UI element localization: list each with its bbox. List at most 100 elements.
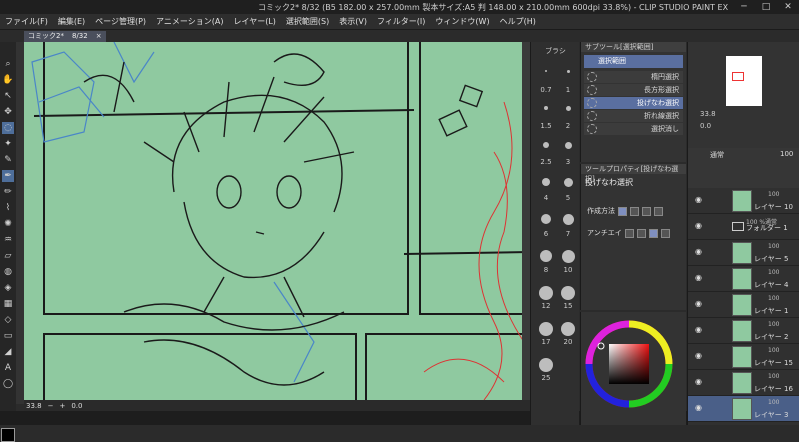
document-tab[interactable]: コミック2* 8/32 × (24, 31, 106, 42)
menu-edit[interactable]: 編集(E) (53, 14, 90, 29)
visibility-eye-icon[interactable]: ◉ (695, 404, 703, 412)
visibility-eye-icon[interactable]: ◉ (695, 378, 703, 386)
subtool-item[interactable]: 投げなわ選択 (584, 97, 683, 109)
color-wheel[interactable] (581, 312, 687, 412)
menu-page[interactable]: ページ管理(P) (90, 14, 151, 29)
text-tool-icon[interactable]: A (2, 362, 14, 374)
layer-row[interactable]: ◉ 100 レイヤー 5 (688, 240, 799, 266)
airbrush-icon[interactable]: ✺ (2, 218, 14, 230)
brush-size-option[interactable]: 2.5 (535, 142, 557, 166)
visibility-eye-icon[interactable]: ◉ (695, 300, 703, 308)
antialias-weak-icon[interactable] (636, 228, 646, 238)
brush-size-option[interactable]: 25 (535, 358, 557, 382)
subtool-item[interactable]: 長方形選択 (584, 84, 683, 96)
brush-size-option[interactable]: 3 (557, 142, 579, 166)
brush-size-option[interactable]: 12 (535, 286, 557, 310)
balloon-icon[interactable]: ◯ (2, 378, 14, 390)
menu-file[interactable]: ファイル(F) (0, 14, 53, 29)
brush-size-label: 5 (565, 194, 571, 202)
brush-size-option[interactable]: 15 (557, 286, 579, 310)
zoom-out-icon[interactable]: − (48, 402, 54, 410)
navigator-angle[interactable]: 0.0 (700, 122, 711, 130)
close-button[interactable]: ✕ (777, 0, 799, 14)
zoom-value[interactable]: 33.8 (26, 402, 42, 410)
canvas-vertical-scrollbar[interactable] (522, 42, 530, 400)
canvas[interactable] (24, 42, 530, 400)
menu-window[interactable]: ウィンドウ(W) (430, 14, 494, 29)
document-tab-close-icon[interactable]: × (96, 31, 102, 42)
menu-filter[interactable]: フィルター(I) (372, 14, 430, 29)
figure-icon[interactable]: ◇ (2, 314, 14, 326)
layer-row[interactable]: ◉ 100 レイヤー 10 (688, 188, 799, 214)
layer-row[interactable]: ◉ 100 レイヤー 15 (688, 344, 799, 370)
frame-border-icon[interactable]: ▭ (2, 330, 14, 342)
decoration-icon[interactable]: ♒ (2, 234, 14, 246)
visibility-eye-icon[interactable]: ◉ (695, 352, 703, 360)
visibility-eye-icon[interactable]: ◉ (695, 196, 703, 204)
visibility-eye-icon[interactable]: ◉ (695, 222, 703, 230)
brush-size-option[interactable]: 6 (535, 214, 557, 238)
zoom-tool-icon[interactable]: ⌕ (2, 58, 14, 70)
brush-size-option[interactable]: 5 (557, 178, 579, 202)
operation-tool-icon[interactable]: ↖ (2, 90, 14, 102)
hand-tool-icon[interactable]: ✋ (2, 74, 14, 86)
ruler-icon[interactable]: ◢ (2, 346, 14, 358)
fill-icon[interactable]: ◈ (2, 282, 14, 294)
layer-row[interactable]: ◉ 100 レイヤー 16 (688, 370, 799, 396)
antialias-medium-icon[interactable] (648, 228, 658, 238)
move-layer-icon[interactable]: ✥ (2, 106, 14, 118)
subtool-group-selection[interactable]: 選択範囲 (584, 55, 683, 68)
visibility-eye-icon[interactable]: ◉ (695, 274, 703, 282)
brush-size-option[interactable]: 0.7 (535, 70, 557, 94)
brush-size-option[interactable]: 1 (557, 70, 579, 94)
antialias-strong-icon[interactable] (660, 228, 670, 238)
layer-folder-row[interactable]: ◉ 100 %通常 フォルダー 1 (688, 214, 799, 240)
angle-value[interactable]: 0.0 (71, 402, 82, 410)
pen-tool-icon[interactable]: ✒ (2, 170, 14, 182)
main-color-swatch[interactable] (1, 428, 15, 442)
gradient-icon[interactable]: ▦ (2, 298, 14, 310)
layer-row[interactable]: ◉ 100 レイヤー 2 (688, 318, 799, 344)
menu-view[interactable]: 表示(V) (334, 14, 372, 29)
navigator-view-frame[interactable] (732, 72, 744, 81)
menu-help[interactable]: ヘルプ(H) (495, 14, 541, 29)
minimize-button[interactable]: ─ (733, 0, 755, 14)
visibility-eye-icon[interactable]: ◉ (695, 326, 703, 334)
brush-size-option[interactable]: 17 (535, 322, 557, 346)
blend-mode-select[interactable]: 通常 (710, 150, 724, 160)
pencil-tool-icon[interactable]: ✏ (2, 186, 14, 198)
subtract-selection-icon[interactable] (642, 206, 651, 216)
subtool-item[interactable]: 選択消し (584, 123, 683, 135)
brush-size-option[interactable]: 2 (557, 106, 579, 130)
eraser-icon[interactable]: ▱ (2, 250, 14, 262)
subtool-item[interactable]: 楕円選択 (584, 71, 683, 83)
brush-size-option[interactable]: 20 (557, 322, 579, 346)
brush-size-option[interactable]: 7 (557, 214, 579, 238)
intersect-selection-icon[interactable] (654, 206, 663, 216)
new-selection-icon[interactable] (618, 206, 627, 216)
selection-tool-icon[interactable]: ◌ (2, 122, 14, 134)
navigator-thumbnail[interactable] (726, 56, 762, 106)
brush-size-option[interactable]: 1.5 (535, 106, 557, 130)
brush-size-option[interactable]: 10 (557, 250, 579, 274)
navigator-zoom[interactable]: 33.8 (700, 110, 716, 118)
eyedropper-icon[interactable]: ✎ (2, 154, 14, 166)
antialias-none-icon[interactable] (624, 228, 634, 238)
brush-size-option[interactable]: 8 (535, 250, 557, 274)
brush-size-option[interactable]: 4 (535, 178, 557, 202)
brush-tool-icon[interactable]: ⌇ (2, 202, 14, 214)
blend-icon[interactable]: ◍ (2, 266, 14, 278)
menu-animation[interactable]: アニメーション(A) (151, 14, 228, 29)
menu-layer[interactable]: レイヤー(L) (228, 14, 280, 29)
visibility-eye-icon[interactable]: ◉ (695, 248, 703, 256)
maximize-button[interactable]: □ (755, 0, 777, 14)
zoom-in-icon[interactable]: + (59, 402, 65, 410)
auto-select-icon[interactable]: ✦ (2, 138, 14, 150)
layer-row[interactable]: ◉ 100 レイヤー 4 (688, 266, 799, 292)
add-selection-icon[interactable] (630, 206, 639, 216)
subtool-item[interactable]: 折れ線選択 (584, 110, 683, 122)
menu-selection[interactable]: 選択範囲(S) (281, 14, 334, 29)
layer-row[interactable]: ◉ 100 レイヤー 1 (688, 292, 799, 318)
layer-opacity[interactable]: 100 (780, 150, 793, 158)
layer-row[interactable]: ◉ 100 レイヤー 3 (688, 396, 799, 422)
